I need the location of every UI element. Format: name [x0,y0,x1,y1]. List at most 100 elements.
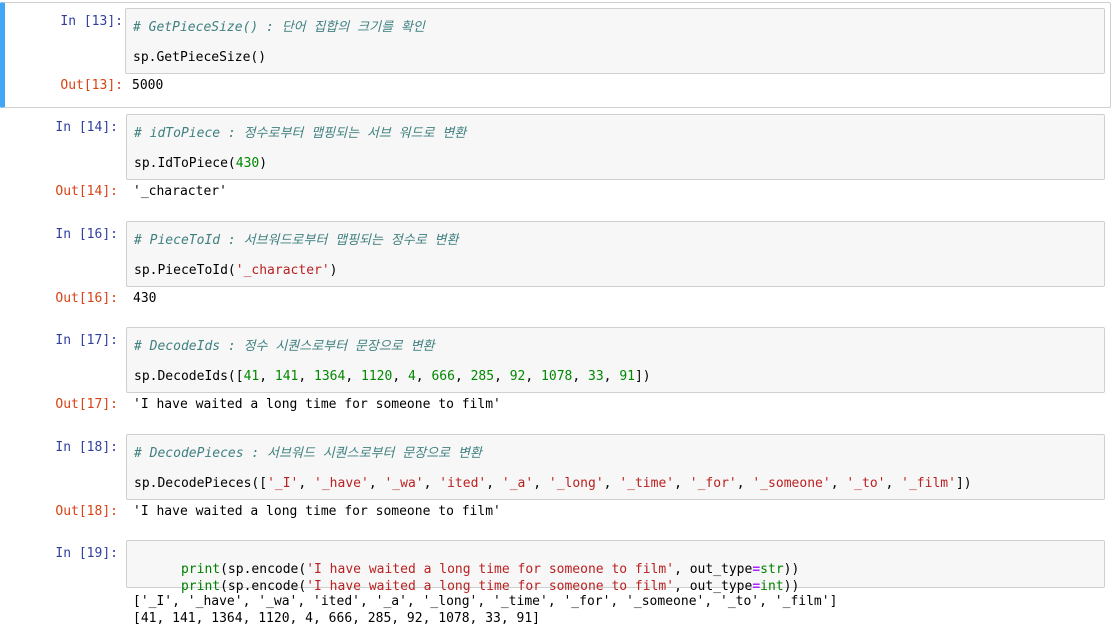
code-line: sp.IdToPiece(430) [134,156,267,171]
code-separator: , [415,369,432,384]
input-prompt: In [19]: [55,546,118,561]
output-prompt: Out[13]: [60,78,123,93]
input-prompt: In [14]: [55,120,118,135]
code-arg: 92 [509,369,526,384]
code-args: 41, 141, 1364, 1120, 4, 666, 285, 92, 10… [244,369,635,384]
output-text: 5000 [132,78,164,93]
code-separator: , [533,476,549,491]
code-arg: '_a' [501,476,534,491]
code-arg: '_time' [619,476,675,491]
input-prompt: In [18]: [55,440,118,455]
code-line: sp.PieceToId('_character') [134,263,338,278]
code-arg: '_long' [548,476,604,491]
code-separator: , [392,369,408,384]
code-arg: '_someone' [752,476,831,491]
code-separator: , [603,476,620,491]
code-arg: 41 [243,369,260,384]
code-line: sp.GetPieceSize() [133,50,267,65]
input-prompt: In [17]: [55,333,118,348]
code-close: ]) [634,369,651,384]
input-prompt: In [13]: [60,14,123,29]
code-arg: '_have' [314,476,369,491]
output-text: 'I have waited a long time for someone t… [133,504,501,519]
code-call: (sp.encode( [220,579,307,594]
output-text: ['_I', '_have', '_wa', 'ited', '_a', '_l… [133,594,838,609]
code-arg: 4 [407,369,416,384]
notebook-cell-17[interactable]: In [17]: # DecodeIds : 정수 시퀀스로부터 문장으로 변환… [0,325,1111,425]
code-input-area[interactable]: # DecodeIds : 정수 시퀀스로부터 문장으로 변환 sp.Decod… [126,327,1105,393]
code-arg: 91 [619,369,635,384]
code-call: sp.DecodeIds([ [134,369,244,384]
code-arg: 'ited' [439,476,487,491]
code-separator: , [736,476,753,491]
code-arg: 33 [588,369,604,384]
code-separator: , [603,369,620,384]
code-line: sp.DecodeIds([41, 141, 1364, 1120, 4, 66… [134,369,651,384]
code-arg: 1120 [361,369,393,384]
code-arg: '_for' [689,476,737,491]
code-comment: # DecodeIds : 정수 시퀀스로부터 문장으로 변환 [134,339,435,354]
code-comment: # DecodePieces : 서브워드 시퀀스로부터 문장으로 변환 [134,446,482,461]
output-text: '_character' [133,184,227,199]
notebook-cell-16[interactable]: In [16]: # PieceToId : 서브워드로부터 맵핑되는 정수로 … [0,219,1111,319]
code-operator: = [752,579,761,594]
output-text: 'I have waited a long time for someone t… [133,397,501,412]
notebook-cell-18[interactable]: In [18]: # DecodePieces : 서브워드 시퀀스로부터 문장… [0,432,1111,532]
code-comment: # idToPiece : 정수로부터 맵핑되는 서브 워드로 변환 [134,126,467,141]
code-separator: , [494,369,510,384]
notebook-cell-14[interactable]: In [14]: # idToPiece : 정수로부터 맵핑되는 서브 워드로… [0,112,1111,212]
code-call: sp.DecodePieces([ [134,476,268,491]
code-close: )) [783,579,800,594]
code-arg: '_wa' [384,476,424,491]
code-builtin: int [760,579,784,594]
code-arg: 666 [431,369,455,384]
code-input-area[interactable]: print(sp.encode('I have waited a long ti… [126,540,1105,594]
output-text: 430 [133,291,157,306]
code-close: ) [259,156,268,171]
code-comment: # PieceToId : 서브워드로부터 맵핑되는 정수로 변환 [134,233,459,248]
output-prompt: Out[14]: [55,184,118,199]
code-separator: , [830,476,847,491]
code-number: 430 [235,156,260,171]
code-string: '_character' [235,263,330,278]
code-separator: , [525,369,542,384]
code-separator: , [674,476,690,491]
code-separator: , [572,369,589,384]
code-separator: , [345,369,361,384]
notebook-cell-13[interactable]: In [13]: # GetPieceSize() : 단어 집합의 크기를 확… [0,2,1111,108]
code-input-area[interactable]: # GetPieceSize() : 단어 집합의 크기를 확인 sp.GetP… [125,8,1105,74]
code-separator: , [259,369,275,384]
code-separator: , [298,476,315,491]
notebook-cell-19[interactable]: In [19]: print(sp.encode('I have waited … [0,538,1111,630]
code-input-area[interactable]: # PieceToId : 서브워드로부터 맵핑되는 정수로 변환 sp.Pie… [126,221,1105,287]
code-args: '_I', '_have', '_wa', 'ited', '_a', '_lo… [267,476,956,491]
code-separator: , [454,369,471,384]
code-kwarg: , out_type [674,579,753,594]
output-prompt: Out[16]: [55,291,118,306]
code-separator: , [423,476,440,491]
code-arg: 285 [470,369,495,384]
code-arg: 141 [274,369,299,384]
code-arg: 1078 [541,369,573,384]
code-arg: 1364 [314,369,346,384]
code-comment: # GetPieceSize() : 단어 집합의 크기를 확인 [133,20,425,35]
code-arg: '_I' [267,476,299,491]
code-close: ]) [955,476,972,491]
code-arg: '_film' [901,476,956,491]
code-close: ) [329,263,338,278]
input-prompt: In [16]: [55,227,118,242]
code-string: 'I have waited a long time for someone t… [306,579,675,594]
code-builtin: print [180,579,221,594]
output-text: [41, 141, 1364, 1120, 4, 666, 285, 92, 1… [133,611,540,626]
code-call: sp.PieceToId( [134,263,236,278]
output-prompt: Out[18]: [55,504,118,519]
output-prompt: Out[17]: [55,397,118,412]
code-separator: , [368,476,385,491]
code-arg: '_to' [846,476,886,491]
code-call: sp.IdToPiece( [134,156,236,171]
code-separator: , [486,476,502,491]
code-input-area[interactable]: # idToPiece : 정수로부터 맵핑되는 서브 워드로 변환 sp.Id… [126,114,1105,180]
code-separator: , [298,369,315,384]
code-separator: , [885,476,902,491]
code-input-area[interactable]: # DecodePieces : 서브워드 시퀀스로부터 문장으로 변환 sp.… [126,434,1105,500]
